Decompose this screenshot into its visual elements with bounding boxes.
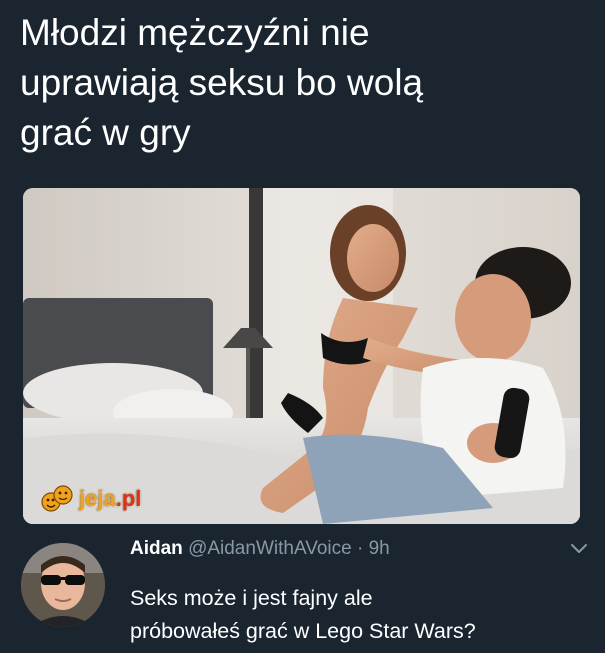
- headline-line-2: uprawiają seksu bo wolą: [20, 62, 424, 103]
- tweet-header: Aidan @AidanWithAVoice · 9h: [130, 536, 390, 562]
- meme-photo: jeja.pl: [23, 188, 580, 524]
- headline-line-1: Młodzi mężczyźni nie: [20, 12, 370, 53]
- tweet-author-name[interactable]: Aidan: [130, 538, 183, 559]
- watermark-text: jeja.pl: [79, 486, 141, 512]
- photo-illustration: [23, 188, 580, 524]
- tweet-timestamp[interactable]: 9h: [369, 538, 390, 559]
- headline-line-3: grać w gry: [20, 112, 191, 153]
- avatar[interactable]: [21, 543, 105, 627]
- watermark-suffix: .pl: [115, 486, 142, 511]
- avatar-photo: [21, 543, 105, 627]
- watermark-main: jeja: [79, 486, 116, 511]
- chevron-down-icon[interactable]: [570, 542, 588, 556]
- tweet-text: Seks może i jest fajny ale próbowałeś gr…: [130, 582, 605, 648]
- meme-headline: Młodzi mężczyźni nie uprawiają seksu bo …: [20, 8, 580, 158]
- tweet-text-line-1: Seks może i jest fajny ale: [130, 586, 373, 610]
- tweet-text-line-2: próbowałeś grać w Lego Star Wars?: [130, 619, 476, 643]
- tweet-separator: ·: [356, 538, 364, 559]
- tweet-author-handle[interactable]: @AidanWithAVoice: [188, 538, 352, 559]
- tweet[interactable]: Aidan @AidanWithAVoice · 9h Seks może i …: [0, 526, 605, 653]
- jeja-smiley-logo-icon: [41, 485, 73, 512]
- jeja-watermark: jeja.pl: [41, 484, 141, 514]
